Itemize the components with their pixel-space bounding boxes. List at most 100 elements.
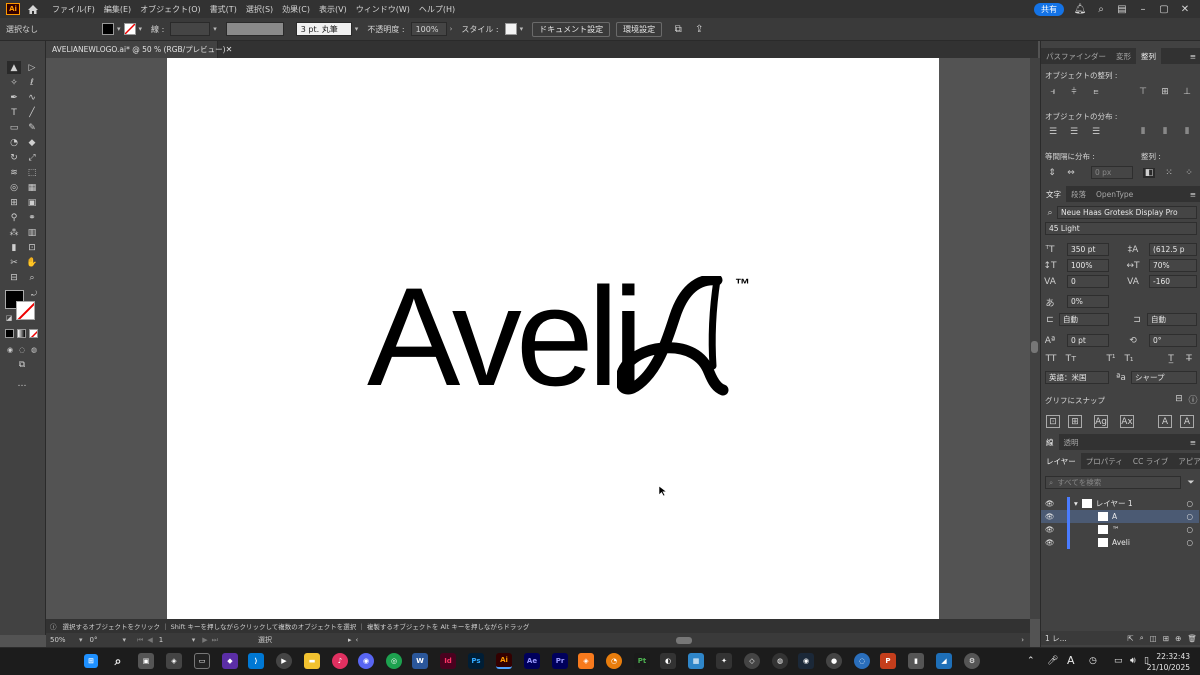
chevron-right-icon[interactable]: › — [450, 25, 453, 33]
selection-tool-icon[interactable]: ▲ — [7, 61, 21, 74]
layer-row[interactable]: 👁︎ ™ ○ — [1041, 523, 1199, 536]
snap-baseline-icon[interactable]: ⊡ — [1046, 415, 1060, 428]
prev-artboard-icon[interactable]: ◀ — [147, 636, 152, 644]
distribute-hspace-icon[interactable]: ⇔ — [1065, 168, 1077, 178]
graphic-style-swatch[interactable] — [504, 23, 517, 35]
lasso-tool-icon[interactable]: ℓ — [25, 76, 39, 89]
task-view-icon[interactable]: ▣ — [138, 653, 154, 669]
app-icon[interactable]: ◆ — [222, 653, 238, 669]
antialias-field[interactable]: シャープ — [1131, 371, 1197, 384]
visibility-eye-icon[interactable]: 👁︎ — [1045, 499, 1057, 508]
shaper-tool-icon[interactable]: ◔ — [7, 136, 21, 149]
none-mode-icon[interactable] — [29, 329, 38, 338]
subscript-icon[interactable]: T₁ — [1123, 354, 1135, 364]
vertical-scroll-thumb[interactable] — [1031, 341, 1038, 353]
fill-swatch[interactable] — [102, 23, 114, 35]
app-icon[interactable]: Pt — [634, 653, 650, 669]
obs-icon[interactable]: ◍ — [772, 653, 788, 669]
layer-name[interactable]: A — [1112, 512, 1117, 521]
tab-layers[interactable]: レイヤー — [1041, 453, 1081, 469]
app-icon[interactable]: ◈ — [578, 653, 594, 669]
layer-target-icon[interactable]: ○ — [1186, 512, 1193, 521]
document-tab[interactable]: AVELIANEWLOGO.ai* @ 50 % (RGB/プレビュー) ✕ — [46, 41, 232, 58]
app-icon[interactable]: ◐ — [660, 653, 676, 669]
chevron-down-icon[interactable]: ▾ — [213, 25, 217, 33]
font-style-field[interactable]: 45 Light — [1045, 222, 1197, 235]
align-right-icon[interactable]: ⫢ — [1090, 87, 1102, 97]
perspective-grid-tool-icon[interactable]: ▦ — [25, 181, 39, 194]
snap-settings-icon[interactable]: ⊟ — [1173, 394, 1185, 404]
clipping-mask-icon[interactable]: ◫ — [1150, 634, 1157, 643]
variable-width-profile[interactable] — [225, 22, 284, 36]
expand-chevron-icon[interactable]: ▾ — [1074, 499, 1078, 508]
stroke-swatch[interactable] — [123, 23, 136, 35]
scale-tool-icon[interactable]: ⤢ — [25, 151, 39, 164]
zoom-tool-icon[interactable]: ⌕ — [25, 271, 39, 284]
layer-name[interactable]: Aveli — [1112, 538, 1130, 547]
bell-icon[interactable]: 🔔︎ — [1074, 3, 1087, 15]
panel-menu-icon[interactable]: ≡ — [1190, 190, 1196, 199]
new-sublayer-icon[interactable]: ⊞ — [1163, 634, 1169, 643]
chevron-down-icon[interactable]: ▾ — [139, 25, 143, 33]
layer-target-icon[interactable]: ○ — [1186, 538, 1193, 547]
settings-gear-icon[interactable]: ⚙ — [964, 653, 980, 669]
menu-edit[interactable]: 編集(E) — [104, 4, 131, 15]
eyedropper-tool-icon[interactable]: ⚲ — [7, 211, 21, 224]
tab-transparency[interactable]: 透明 — [1059, 434, 1084, 450]
spacing-field[interactable]: 0 px — [1091, 166, 1133, 179]
first-artboard-icon[interactable]: ⏮ — [137, 636, 143, 645]
search-icon[interactable]: ⌕ — [110, 653, 126, 669]
app-icon[interactable]: ▮ — [908, 653, 924, 669]
chevron-down-icon[interactable]: ▾ — [123, 636, 127, 644]
minimize-icon[interactable]: – — [1137, 3, 1149, 15]
logo-wordmark[interactable]: Aveli — [367, 256, 644, 418]
opacity-field[interactable]: 100% — [410, 22, 447, 36]
distribute-right-icon[interactable]: ⫴ — [1181, 127, 1193, 137]
snap-proximity-icon[interactable]: Ax — [1120, 415, 1134, 428]
distribute-left-icon[interactable]: ⫴ — [1137, 127, 1149, 137]
scroll-left-icon[interactable]: ‹ — [355, 636, 358, 644]
logo-trademark[interactable]: ™ — [735, 276, 750, 293]
snap-anchor-icon[interactable]: A — [1180, 415, 1194, 428]
last-artboard-icon[interactable]: ⏭ — [212, 636, 218, 645]
color-mode-icon[interactable] — [5, 329, 14, 338]
info-icon[interactable]: ⓘ — [1187, 394, 1199, 406]
new-layer-icon[interactable]: ⊕ — [1175, 634, 1181, 643]
blender-icon[interactable]: ◔ — [606, 653, 622, 669]
premiere-icon[interactable]: Pr — [552, 653, 568, 669]
pen-tool-icon[interactable]: ✒ — [7, 91, 21, 104]
artboard[interactable]: Aveli ™ — [167, 58, 939, 619]
app-icon[interactable]: ◢ — [936, 653, 952, 669]
chrome-icon[interactable]: ◎ — [386, 653, 402, 669]
language-field[interactable]: 英語：米国 — [1045, 371, 1109, 384]
tab-transform[interactable]: 変形 — [1111, 48, 1136, 64]
arrange-icon[interactable]: ⧉ — [672, 23, 684, 35]
char-rotate-field[interactable]: 0° — [1149, 334, 1197, 347]
next-artboard-icon[interactable]: ▶ — [202, 636, 207, 644]
visibility-eye-icon[interactable]: 👁︎ — [1045, 538, 1057, 547]
tab-character[interactable]: 文字 — [1041, 186, 1066, 202]
rotate-tool-icon[interactable]: ↻ — [7, 151, 21, 164]
gradient-tool-icon[interactable]: ▣ — [25, 196, 39, 209]
menu-effect[interactable]: 効果(C) — [282, 4, 310, 15]
align-to-artboard-icon[interactable]: ⁘ — [1183, 168, 1195, 178]
symbol-sprayer-tool-icon[interactable]: ⁂ — [7, 226, 21, 239]
app-icon[interactable]: ◈ — [166, 653, 182, 669]
tab-paragraph[interactable]: 段落 — [1066, 186, 1091, 202]
aki-left-field[interactable]: 自動 — [1059, 313, 1109, 326]
menu-view[interactable]: 表示(V) — [319, 4, 347, 15]
tab-opentype[interactable]: OpenType — [1091, 186, 1138, 202]
tab-properties[interactable]: プロパティ — [1081, 453, 1128, 469]
word-icon[interactable]: W — [412, 653, 428, 669]
distribute-top-icon[interactable]: ☰ — [1047, 127, 1059, 137]
microphone-icon[interactable]: 🎤︎ — [1047, 656, 1058, 666]
blend-tool-icon[interactable]: ⚭ — [25, 211, 39, 224]
filter-icon[interactable]: ⏷ — [1185, 478, 1197, 488]
align-left-icon[interactable]: ⫣ — [1047, 87, 1059, 97]
file-explorer-icon[interactable]: ▬ — [304, 653, 320, 669]
search-icon[interactable]: ⌕ — [1095, 3, 1107, 15]
discord-icon[interactable]: ◉ — [358, 653, 374, 669]
layer-name[interactable]: ™ — [1112, 525, 1120, 534]
tab-stroke[interactable]: 線 — [1041, 434, 1059, 450]
chevron-down-icon[interactable]: ▾ — [355, 25, 359, 33]
